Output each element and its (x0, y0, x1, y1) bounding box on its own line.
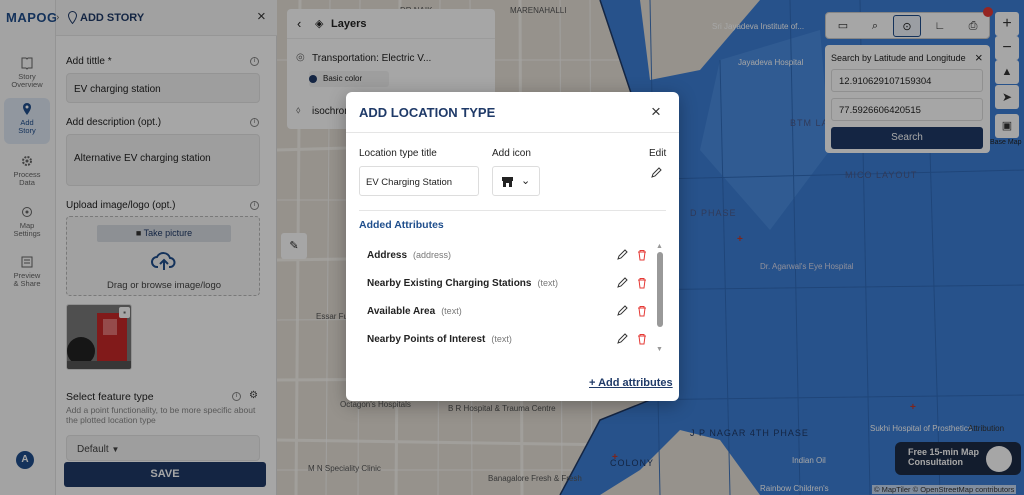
pencil-icon[interactable] (616, 249, 628, 261)
modal-title: ADD LOCATION TYPE (359, 105, 496, 120)
added-attributes-title: Added Attributes (359, 219, 444, 231)
modal-header: ADD LOCATION TYPE × (346, 92, 679, 133)
scroll-up-icon[interactable]: ▲ (656, 243, 663, 250)
chevron-down-icon: ⌄ (521, 175, 531, 187)
attribute-type: (text) (537, 278, 558, 288)
type-title-label: Location type title (359, 148, 437, 159)
attribute-row: Available Area (text) (367, 306, 462, 317)
pencil-icon[interactable] (616, 333, 628, 345)
location-type-title-input[interactable]: EV Charging Station (359, 166, 479, 196)
attribute-type: (text) (441, 306, 462, 316)
attribute-type: (address) (413, 250, 452, 260)
pencil-icon[interactable] (650, 167, 662, 179)
store-icon (502, 177, 513, 187)
add-attributes-link[interactable]: + Add attributes (589, 377, 673, 389)
close-icon[interactable]: × (651, 102, 661, 122)
attribute-type: (text) (491, 334, 512, 344)
trash-icon[interactable] (636, 277, 648, 289)
attribute-row: Nearby Points of Interest (text) (367, 334, 512, 345)
pencil-icon[interactable] (616, 305, 628, 317)
trash-icon[interactable] (636, 249, 648, 261)
attribute-name: Nearby Points of Interest (367, 334, 486, 345)
icon-select[interactable]: ⌄ (492, 166, 540, 196)
edit-label: Edit (649, 148, 667, 159)
pencil-icon[interactable] (616, 277, 628, 289)
add-icon-label: Add icon (492, 148, 531, 159)
add-location-type-modal: ADD LOCATION TYPE × Location type title … (346, 92, 679, 401)
attribute-name: Nearby Existing Charging Stations (367, 278, 532, 289)
trash-icon[interactable] (636, 333, 648, 345)
attribute-name: Available Area (367, 306, 436, 317)
attribute-name: Address (367, 250, 408, 261)
scrollbar[interactable] (657, 252, 663, 327)
attribute-row: Address (address) (367, 250, 451, 261)
scroll-down-icon[interactable]: ▼ (656, 346, 663, 353)
attribute-row: Nearby Existing Charging Stations (text) (367, 278, 558, 289)
trash-icon[interactable] (636, 305, 648, 317)
divider (359, 210, 666, 211)
